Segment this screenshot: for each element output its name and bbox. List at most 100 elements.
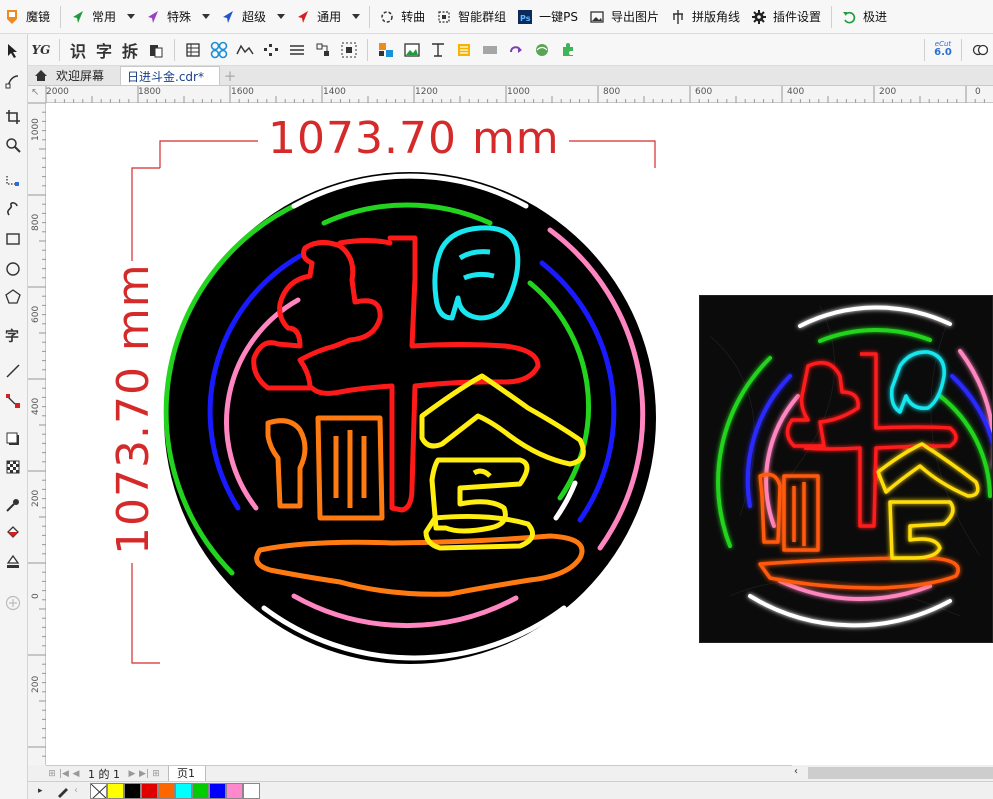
eyedropper-tool-icon[interactable]: [2, 494, 24, 516]
sphere-icon[interactable]: [531, 39, 553, 61]
add-page-before-icon[interactable]: ⊞: [46, 767, 58, 781]
last-page-icon[interactable]: ▶|: [138, 767, 150, 781]
neon-sign-design[interactable]: [160, 168, 660, 668]
transparency-tool-icon[interactable]: [2, 456, 24, 478]
color-swatch[interactable]: [158, 782, 175, 799]
distribute-icon[interactable]: [260, 39, 282, 61]
smart-group-label: 智能群组: [458, 10, 507, 24]
list-icon[interactable]: [453, 39, 475, 61]
puzzle-icon[interactable]: [557, 39, 579, 61]
chevron-down-icon[interactable]: [272, 0, 290, 33]
page-tab[interactable]: 页1: [168, 765, 206, 782]
drop-shadow-tool-icon[interactable]: [2, 428, 24, 450]
palette-scroll-left-icon[interactable]: ‹: [74, 785, 90, 796]
dimension-tool-icon[interactable]: [2, 360, 24, 382]
picture-frame-icon[interactable]: [401, 39, 423, 61]
neon-photo-preview[interactable]: [699, 295, 993, 643]
scroll-left-icon[interactable]: ‹: [794, 766, 798, 777]
connector-tool-icon[interactable]: [2, 390, 24, 412]
drawing-canvas[interactable]: 1073.70 mm 1073.70 mm: [46, 103, 993, 765]
ecut-button[interactable]: eCut 6.0: [930, 37, 956, 63]
svg-text:Ps: Ps: [520, 14, 531, 23]
zoom-tool-icon[interactable]: [2, 134, 24, 156]
ellipse-tool-icon[interactable]: [2, 258, 24, 280]
first-page-icon[interactable]: |◀: [58, 767, 70, 781]
recognize-button[interactable]: 识: [67, 39, 89, 61]
general-label: 通用: [317, 10, 342, 24]
character-button[interactable]: 字: [93, 39, 115, 61]
ruler-corner[interactable]: ↖: [28, 86, 46, 103]
color-swatch[interactable]: [107, 782, 124, 799]
next-page-icon[interactable]: ▶: [126, 767, 138, 781]
common-menu-button[interactable]: 常用: [65, 0, 122, 33]
mirror-plugin-button[interactable]: 魔镜: [0, 0, 56, 33]
pattern-icon[interactable]: [208, 39, 230, 61]
polygon-tool-icon[interactable]: [2, 286, 24, 308]
smart-group-button[interactable]: 智能群组: [431, 0, 512, 33]
yg-button[interactable]: YG: [30, 39, 52, 61]
split-button[interactable]: 拆: [119, 39, 141, 61]
plugin-toolbar: 魔镜 常用 特殊 超级 通用 转曲 智能群组 Ps 一键PS 导出图片 拼版角线: [0, 0, 993, 34]
one-click-ps-button[interactable]: Ps 一键PS: [512, 0, 584, 33]
color-swatch[interactable]: [209, 782, 226, 799]
horizontal-scroll-thumb[interactable]: [808, 767, 993, 779]
add-tab-button[interactable]: +: [220, 66, 240, 85]
rectangle-tool-icon[interactable]: [2, 228, 24, 250]
select-area-icon[interactable]: [338, 39, 360, 61]
color-blocks-icon[interactable]: [375, 39, 397, 61]
add-tool-icon[interactable]: [2, 592, 24, 614]
color-swatch[interactable]: [243, 782, 260, 799]
chevron-down-icon[interactable]: [347, 0, 365, 33]
super-menu-button[interactable]: 超级: [215, 0, 272, 33]
export-image-button[interactable]: 导出图片: [584, 0, 665, 33]
divider: [59, 38, 60, 61]
color-swatch[interactable]: [124, 782, 141, 799]
tab-welcome-screen[interactable]: 欢迎屏幕: [28, 66, 120, 85]
prev-page-icon[interactable]: ◀: [70, 767, 82, 781]
pen-icon[interactable]: [52, 784, 74, 798]
text-align-icon[interactable]: [427, 39, 449, 61]
shapes-icon[interactable]: [969, 39, 991, 61]
plugin-settings-button[interactable]: 插件设置: [746, 0, 827, 33]
lines-icon[interactable]: [286, 39, 308, 61]
color-swatch[interactable]: [175, 782, 192, 799]
width-dimension-label[interactable]: 1073.70 mm: [268, 113, 560, 164]
ruler-label: 1000: [507, 87, 530, 97]
arrow-cursor-icon: [71, 10, 85, 24]
special-menu-button[interactable]: 特殊: [140, 0, 197, 33]
color-swatch[interactable]: [141, 782, 158, 799]
convert-curve-button[interactable]: 转曲: [374, 0, 431, 33]
divider: [367, 38, 368, 61]
text-tool-icon[interactable]: 字: [2, 324, 24, 346]
ruler-label: 1600: [231, 87, 254, 97]
copy-layers-icon[interactable]: [145, 39, 167, 61]
table-icon[interactable]: [182, 39, 204, 61]
pick-tool-icon[interactable]: [2, 40, 24, 62]
general-menu-button[interactable]: 通用: [290, 0, 347, 33]
freehand-tool-icon[interactable]: [2, 170, 24, 192]
undo-button[interactable]: 极进: [836, 0, 893, 33]
crop-tool-icon[interactable]: [2, 106, 24, 128]
palette-expand-icon[interactable]: ▸: [38, 786, 52, 796]
height-dimension-label[interactable]: 1073.70 mm: [108, 263, 159, 555]
no-color-swatch[interactable]: [90, 782, 107, 799]
crop-marks-button[interactable]: 拼版角线: [665, 0, 746, 33]
barcode-icon[interactable]: [479, 39, 501, 61]
smart-fill-icon[interactable]: [2, 550, 24, 572]
color-swatch[interactable]: [226, 782, 243, 799]
horizontal-ruler[interactable]: 2000 1800 1600 1400 1200 1000 800 600 40…: [46, 86, 993, 103]
chevron-down-icon[interactable]: [122, 0, 140, 33]
vertical-ruler[interactable]: 1000 800 600 400 200 0 200: [28, 103, 46, 765]
interactive-fill-icon[interactable]: [2, 522, 24, 544]
add-page-after-icon[interactable]: ⊞: [150, 767, 162, 781]
tab-document[interactable]: 日进斗金.cdr*: [120, 66, 220, 85]
home-icon: [34, 69, 48, 82]
shape-tool-icon[interactable]: [2, 70, 24, 92]
artistic-media-icon[interactable]: [2, 198, 24, 220]
color-swatch[interactable]: [192, 782, 209, 799]
crop-marks-label: 拼版角线: [691, 10, 740, 24]
redo-arrow-icon[interactable]: [505, 39, 527, 61]
chevron-down-icon[interactable]: [197, 0, 215, 33]
path-nodes-icon[interactable]: [234, 39, 256, 61]
align-nodes-icon[interactable]: [312, 39, 334, 61]
